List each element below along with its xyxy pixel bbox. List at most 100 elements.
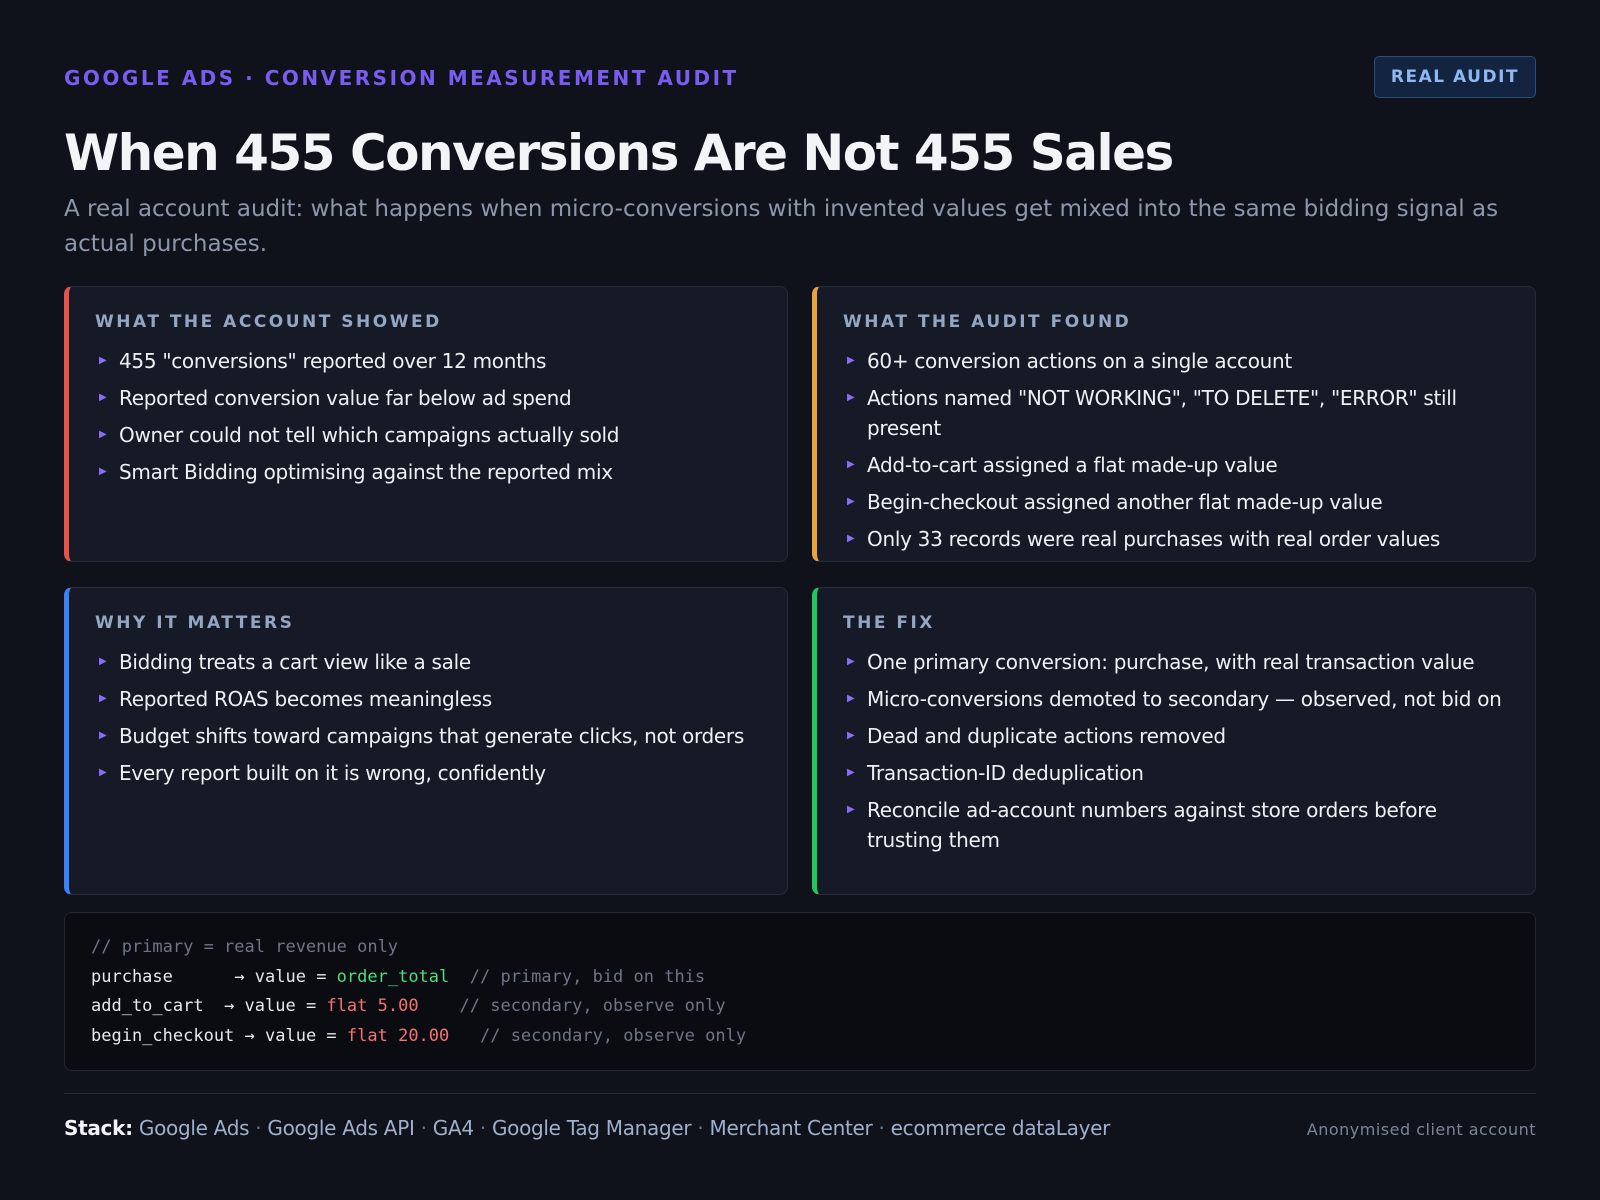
list-item-text: Bidding treats a cart view like a sale <box>119 650 471 674</box>
stack-item: ecommerce dataLayer <box>890 1116 1111 1140</box>
list-item: ▶ Owner could not tell which campaigns ac… <box>95 420 761 450</box>
triangle-bullet-icon: ▶ <box>847 355 855 366</box>
card-title: WHY IT MATTERS <box>95 613 295 633</box>
list-item: ▶ Reported conversion value far below ad … <box>95 383 761 413</box>
list-item: ▶ 455 "conversions" reported over 12 mont… <box>95 346 761 376</box>
triangle-bullet-icon: ▶ <box>99 355 107 366</box>
triangle-bullet-icon: ▶ <box>847 392 855 403</box>
code-line-add-to-cart: add_to_cart → value = flat 5.00 // secon… <box>91 996 726 1016</box>
code-comment: // primary, bid on this <box>469 966 706 987</box>
stack-separator: · <box>872 1116 891 1140</box>
triangle-bullet-icon: ▶ <box>99 466 107 477</box>
card-account-showed: WHAT THE ACCOUNT SHOWED ▶ 455 "conversion… <box>64 286 788 562</box>
code-comment: // secondary, observe only <box>479 1025 747 1046</box>
list-item-text: Micro-conversions demoted to secondary —… <box>867 687 1502 711</box>
list-item-text: Budget shifts toward campaigns that gene… <box>119 724 744 748</box>
stack-separator: · <box>691 1116 710 1140</box>
anonymised-note: Anonymised client account <box>1306 1120 1536 1139</box>
list-item-text: Smart Bidding optimising against the rep… <box>119 460 613 484</box>
list-item: ▶ Reported ROAS becomes meaningless <box>95 684 761 714</box>
card-audit-found: WHAT THE AUDIT FOUND ▶ 60+ conversion act… <box>812 286 1536 562</box>
triangle-bullet-icon: ▶ <box>847 533 855 544</box>
card-title: WHAT THE AUDIT FOUND <box>843 312 1132 332</box>
card-title: THE FIX <box>843 613 935 633</box>
list-item: ▶ Transaction-ID deduplication <box>843 758 1509 788</box>
list-item: ▶ Bidding treats a cart view like a sale <box>95 647 761 677</box>
triangle-bullet-icon: ▶ <box>99 767 107 778</box>
code-value: flat 5.00 <box>326 996 419 1017</box>
list-item: ▶ Add-to-cart assigned a flat made-up val… <box>843 450 1509 480</box>
list-item: ▶ Smart Bidding optimising against the re… <box>95 457 761 487</box>
list-item-text: Reported ROAS becomes meaningless <box>119 687 492 711</box>
card-title: WHAT THE ACCOUNT SHOWED <box>95 312 442 332</box>
code-value: flat 20.00 <box>346 1025 450 1046</box>
code-arrow: → value = <box>244 1025 347 1046</box>
triangle-bullet-icon: ▶ <box>847 656 855 667</box>
triangle-bullet-icon: ▶ <box>99 392 107 403</box>
list-item: ▶ Only 33 records were real purchases wit… <box>843 524 1509 554</box>
list-item-text: Reported conversion value far below ad s… <box>119 386 572 410</box>
code-pad <box>449 967 469 987</box>
stack-items: Google Ads · Google Ads API · GA4 · Goog… <box>139 1116 1110 1140</box>
stack-item: Merchant Center <box>709 1116 873 1140</box>
code-line-purchase: purchase → value = order_total // primar… <box>91 967 705 987</box>
code-pad <box>419 996 460 1016</box>
code-comment: // secondary, observe only <box>459 996 726 1017</box>
real-audit-badge: REAL AUDIT <box>1373 56 1536 98</box>
list-item-text: 455 "conversions" reported over 12 month… <box>119 349 547 373</box>
list-item: ▶ Begin-checkout assigned another flat ma… <box>843 487 1509 517</box>
triangle-bullet-icon: ▶ <box>847 693 855 704</box>
card-list: ▶ 60+ conversion actions on a single acco… <box>843 346 1509 554</box>
code-pad <box>449 1026 480 1046</box>
list-item-text: 60+ conversion actions on a single accou… <box>867 349 1292 373</box>
stack-separator: · <box>414 1116 433 1140</box>
code-pad <box>204 996 224 1016</box>
stack-item: Google Tag Manager <box>491 1116 692 1140</box>
triangle-bullet-icon: ▶ <box>847 730 855 741</box>
list-item-text: Owner could not tell which campaigns act… <box>119 423 620 447</box>
code-key: begin_checkout <box>91 1025 235 1046</box>
code-line-begin-checkout: begin_checkout → value = flat 20.00 // s… <box>91 1026 746 1046</box>
list-item: ▶ Every report built on it is wrong, conf… <box>95 758 761 788</box>
stack-separator: · <box>473 1116 492 1140</box>
triangle-bullet-icon: ▶ <box>99 730 107 741</box>
code-key: add_to_cart <box>91 996 204 1017</box>
stack-separator: · <box>249 1116 268 1140</box>
triangle-bullet-icon: ▶ <box>847 804 855 815</box>
code-comment: // primary = real revenue only <box>91 937 399 957</box>
list-item-text: Dead and duplicate actions removed <box>867 724 1226 748</box>
stack-label: Stack: <box>64 1116 133 1140</box>
code-pad <box>234 1026 244 1046</box>
triangle-bullet-icon: ▶ <box>847 459 855 470</box>
list-item: ▶ Budget shifts toward campaigns that gen… <box>95 721 761 751</box>
card-list: ▶ Bidding treats a cart view like a sale ▶… <box>95 647 761 788</box>
list-item: ▶ Dead and duplicate actions removed <box>843 721 1509 751</box>
code-value: order_total <box>336 966 450 987</box>
card-the-fix: THE FIX ▶ One primary conversion: purchas… <box>812 587 1536 895</box>
list-item-text: Only 33 records were real purchases with… <box>867 527 1440 551</box>
page-title: When 455 Conversions Are Not 455 Sales <box>64 124 1174 182</box>
list-item: ▶ 60+ conversion actions on a single acco… <box>843 346 1509 376</box>
stack-item: Google Ads API <box>267 1116 415 1140</box>
eyebrow: GOOGLE ADS · CONVERSION MEASUREMENT AUDI… <box>64 66 739 90</box>
list-item: ▶ Actions named "NOT WORKING", "TO DELETE… <box>843 383 1509 443</box>
footer-divider <box>64 1093 1536 1094</box>
list-item-text: Begin-checkout assigned another flat mad… <box>867 490 1383 514</box>
list-item-text: Transaction-ID deduplication <box>867 761 1144 785</box>
list-item-text: One primary conversion: purchase, with r… <box>867 650 1475 674</box>
page: GOOGLE ADS · CONVERSION MEASUREMENT AUDI… <box>64 0 1536 1200</box>
stack-item: Google Ads <box>138 1116 250 1140</box>
triangle-bullet-icon: ▶ <box>847 767 855 778</box>
card-list: ▶ One primary conversion: purchase, with … <box>843 647 1509 855</box>
code-arrow: → value = <box>234 966 337 987</box>
card-why-it-matters: WHY IT MATTERS ▶ Bidding treats a cart vi… <box>64 587 788 895</box>
code-pad <box>173 967 234 987</box>
stack-line: Stack: Google Ads · Google Ads API · GA4… <box>64 1116 1110 1140</box>
card-list: ▶ 455 "conversions" reported over 12 mont… <box>95 346 761 487</box>
list-item-text: Add-to-cart assigned a flat made-up valu… <box>867 453 1278 477</box>
code-block: // primary = real revenue only purchase … <box>64 912 1536 1071</box>
page-subtitle: A real account audit: what happens when … <box>64 196 1499 257</box>
code-arrow: → value = <box>224 996 327 1017</box>
list-item-text: Reconcile ad-account numbers against sto… <box>867 798 1437 852</box>
triangle-bullet-icon: ▶ <box>99 693 107 704</box>
